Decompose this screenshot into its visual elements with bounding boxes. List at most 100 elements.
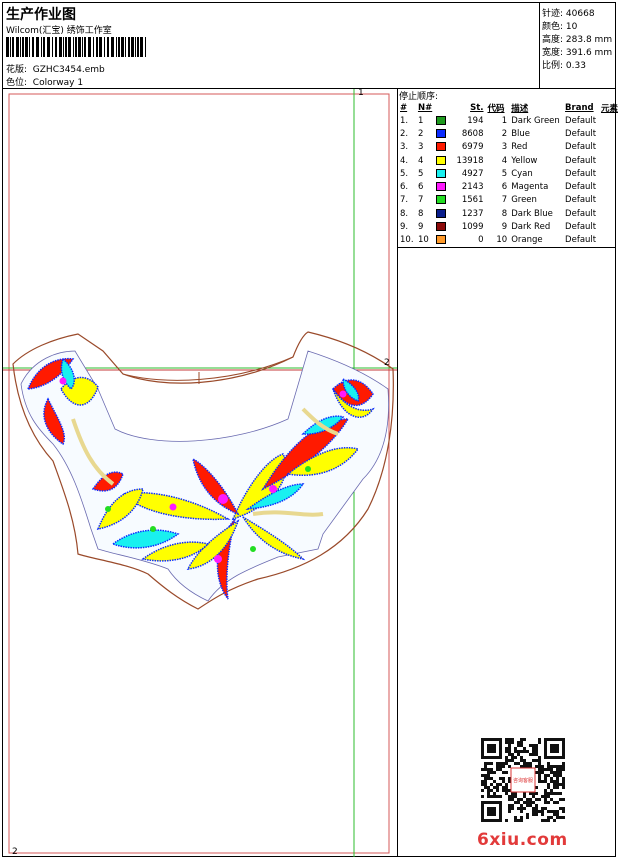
row-stitches: 6979 [461,142,484,153]
qr-module [556,771,559,774]
table-header-row: # N# St. 代码 描述 Brand 元素 [398,101,620,114]
stat-scale: 比例: 0.33 [542,61,586,71]
qr-module [559,816,562,819]
qr-module [523,795,526,798]
qr-module [532,810,535,813]
row-code: 4 [501,155,508,166]
row-code: 1 [501,115,508,126]
qr-module [523,801,526,804]
qr-module [553,810,556,813]
row-code: 3 [501,142,508,153]
qr-module [511,753,514,756]
qr-module [508,741,511,744]
qr-module [493,792,496,795]
qr-module [490,762,493,765]
qr-module [532,807,535,810]
qr-module [523,750,526,753]
qr-module [517,753,520,756]
magenta-accent [269,485,277,493]
qr-module [508,738,511,741]
qr-module [553,813,556,816]
qr-module [559,807,562,810]
barcode-bar [128,37,130,57]
qr-module [535,813,538,816]
qr-module [520,756,523,759]
barcode-bar [116,37,117,57]
qr-module [535,798,538,801]
table-row: 7. 7 1561 7 Green Default [398,194,620,207]
table-row: 6. 6 2143 6 Magenta Default [398,180,620,193]
barcode-bar [10,37,11,57]
qr-module [514,816,517,819]
barcode [6,37,146,57]
qr-module [517,819,520,822]
qr-module [535,750,538,753]
row-needle: 2 [417,128,424,139]
barcode-bar [75,37,77,57]
color-swatch [436,142,447,152]
qr-module [487,795,490,798]
qr-module [562,798,565,801]
barcode-bar [59,37,62,57]
barcode-bar [140,37,143,57]
stat-stitches: 针迹: 40668 [542,9,595,19]
qr-module [553,765,556,768]
qr-module [511,798,514,801]
qr-module [562,765,565,768]
qr-module [496,789,499,792]
qr-module [541,819,544,822]
qr-module [556,813,559,816]
qr-module [514,795,517,798]
qr-module [535,753,538,756]
qr-module [499,768,502,771]
barcode-bar [104,37,105,57]
pattern-value: GZHC3454.emb [32,65,105,75]
qr-module [481,783,484,786]
qr-module [550,816,553,819]
qr-module [511,759,514,762]
qr-module [541,765,544,768]
qr-module [532,750,535,753]
qr-module [487,771,490,774]
row-swatch [434,194,450,207]
qr-module [517,750,520,753]
row-description: Yellow [511,155,538,166]
barcode-bar [36,37,39,57]
neckline-curve [122,356,294,381]
qr-module [526,804,529,807]
qr-module [505,792,508,795]
table-row: 5. 5 4927 5 Cyan Default [398,167,620,180]
row-swatch [434,234,450,247]
qr-module [499,783,502,786]
qr-module [520,741,523,744]
row-code: 2 [501,128,508,139]
qr-badge-text: 咨询客服 [513,777,533,784]
qr-module [514,756,517,759]
barcode-bar [118,37,120,57]
row-stitches: 0 [478,235,484,246]
row-element [599,234,620,247]
row-code: 9 [501,222,508,233]
row-brand: Default [565,168,597,179]
qr-module [493,795,496,798]
qr-module [553,774,556,777]
qr-module [553,786,556,789]
barcode-bar [43,37,45,57]
qr-module [559,774,562,777]
qr-module [511,741,514,744]
qr-module [502,786,505,789]
qr-module [523,762,526,765]
barcode-bar [125,37,126,57]
qr-module [505,819,508,822]
row-needle: 8 [417,208,424,219]
qr-module [562,762,565,765]
qr-module [535,804,538,807]
row-stitches: 8608 [461,128,484,139]
qr-module [499,795,502,798]
qr-module [508,747,511,750]
row-needle: 7 [417,195,424,206]
qr-module [490,771,493,774]
qr-module [547,774,550,777]
qr-module [544,777,547,780]
barcode-bar [22,37,24,57]
